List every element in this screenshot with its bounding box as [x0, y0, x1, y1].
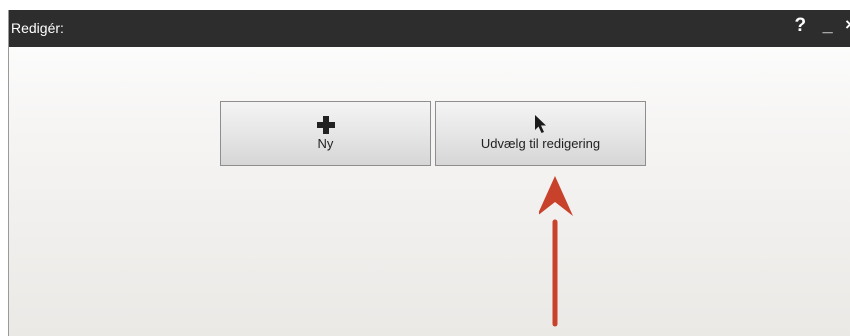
- minimize-button[interactable]: _: [823, 15, 833, 36]
- plus-icon: [316, 116, 335, 134]
- title-bar: Redigér: ? _ ×: [9, 10, 850, 47]
- edit-dialog: Redigér: ? _ × Ny Udvælg til redigering: [8, 10, 850, 336]
- new-button-label: Ny: [317, 136, 334, 151]
- red-arrow-up-icon: [539, 176, 573, 327]
- help-button[interactable]: ?: [795, 15, 807, 37]
- select-for-editing-button[interactable]: Udvælg til redigering: [435, 101, 646, 166]
- window-controls: ? _ ×: [795, 15, 850, 41]
- cursor-icon: [534, 115, 546, 133]
- dialog-title: Redigér:: [11, 20, 64, 36]
- close-button[interactable]: ×: [845, 15, 850, 35]
- new-button[interactable]: Ny: [220, 101, 431, 166]
- select-button-label: Udvælg til redigering: [480, 136, 601, 151]
